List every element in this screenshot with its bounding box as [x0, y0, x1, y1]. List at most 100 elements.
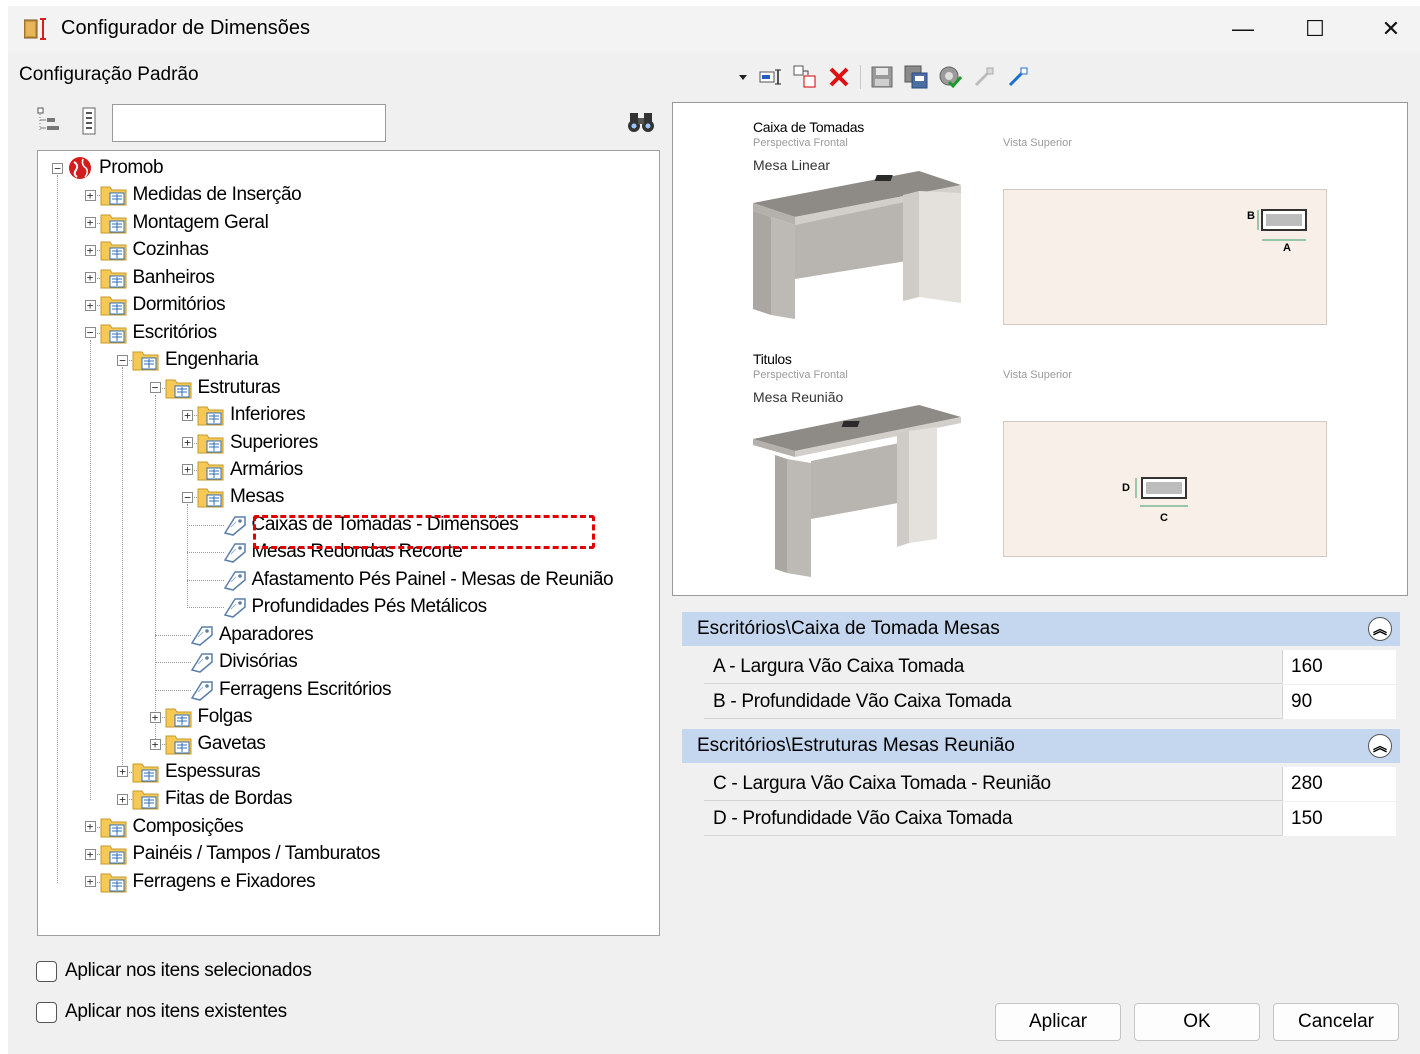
property-value-a[interactable]: 160	[1282, 650, 1396, 684]
folder-icon	[100, 324, 126, 344]
save-icon[interactable]	[865, 62, 899, 92]
tree-item-divisorias[interactable]: Divisórias	[186, 649, 298, 675]
collapse-node-icon[interactable]: −	[182, 491, 193, 503]
new-config-icon[interactable]	[788, 62, 822, 92]
tree-item-cozinhas[interactable]: + Cozinhas	[84, 237, 209, 263]
collapse-node-icon[interactable]: −	[52, 162, 63, 174]
tree-item-dormitorios[interactable]: + Dormitórios	[84, 292, 226, 318]
import-icon[interactable]	[967, 62, 1001, 92]
tree-item-label: Superiores	[230, 431, 318, 453]
export-icon[interactable]	[1001, 62, 1035, 92]
tree-item-armarios[interactable]: + Armários	[182, 457, 303, 483]
apply-existing-label: Aplicar nos itens existentes	[65, 1001, 287, 1022]
apply-existing-checkbox[interactable]	[36, 1001, 57, 1023]
folder-icon	[100, 296, 126, 316]
expand-node-icon[interactable]: +	[84, 821, 96, 833]
validate-icon[interactable]	[933, 62, 967, 92]
expand-node-icon[interactable]: +	[84, 189, 96, 201]
expand-node-icon[interactable]: +	[84, 848, 96, 860]
folder-icon	[165, 379, 191, 399]
tree-item-ferragens-e-fixadores[interactable]: + Ferragens e Fixadores	[84, 869, 316, 895]
tree-item-label: Ferragens e Fixadores	[132, 870, 316, 892]
collapse-icon[interactable]: ︽	[1368, 617, 1392, 641]
apply-selected-option[interactable]: Aplicar nos itens selecionados	[36, 960, 312, 982]
tree-item-superiores[interactable]: + Superiores	[182, 430, 318, 456]
collapse-node-icon[interactable]: −	[84, 327, 96, 339]
apply-selected-checkbox[interactable]	[36, 960, 57, 982]
property-value-d[interactable]: 150	[1282, 802, 1396, 836]
expand-node-icon[interactable]: +	[117, 793, 128, 805]
search-input[interactable]	[112, 104, 386, 142]
preview-title-2: Titulos	[753, 351, 792, 367]
property-value-b[interactable]: 90	[1282, 685, 1396, 719]
group-header-caixa-tomada[interactable]: Escritórios\Caixa de Tomada Mesas ︽	[682, 612, 1400, 646]
expand-node-icon[interactable]: +	[149, 738, 161, 750]
property-row-c: C - Largura Vão Caixa Tomada - Reunião 2…	[704, 767, 1396, 801]
dimension-a-label: A	[1283, 242, 1291, 254]
collapse-node-icon[interactable]: −	[117, 354, 128, 366]
dropdown-icon[interactable]	[732, 62, 754, 92]
tree-item-label: Inferiores	[230, 404, 306, 426]
tree-item-banheiros[interactable]: + Banheiros	[84, 265, 215, 291]
expand-node-icon[interactable]: +	[182, 437, 193, 448]
collapse-node-icon[interactable]: −	[149, 382, 161, 394]
tree-item-mesas[interactable]: − Mesas	[182, 484, 284, 510]
expand-node-icon[interactable]: +	[182, 409, 193, 421]
tree-item-profundidades-pes-metalicos[interactable]: Profundidades Pés Metálicos	[219, 594, 487, 620]
tree-item-folgas[interactable]: + Folgas	[149, 704, 253, 730]
expand-node-icon[interactable]: +	[149, 711, 161, 723]
tree-item-ferragens-escritorios[interactable]: Ferragens Escritórios	[186, 677, 392, 703]
tree-item-engenharia[interactable]: − Engenharia	[117, 347, 259, 373]
property-row-a: A - Largura Vão Caixa Tomada 160	[704, 650, 1396, 684]
minimize-button[interactable]: —	[1218, 12, 1268, 46]
rename-icon[interactable]	[754, 62, 788, 92]
preview-view-1: Vista Superior	[1003, 137, 1072, 149]
tree-item-fitas-de-bordas[interactable]: + Fitas de Bordas	[117, 786, 292, 812]
close-button[interactable]: ✕	[1366, 12, 1416, 46]
tree-item-paineis-tampos-tamburatos[interactable]: + Painéis / Tampos / Tamburatos	[84, 841, 381, 867]
app-icon	[24, 18, 46, 40]
expand-tree-icon[interactable]	[81, 106, 99, 136]
tree-item-inferiores[interactable]: + Inferiores	[182, 402, 306, 428]
tree-item-afastamento-pes-painel-mesas-de-reuniao[interactable]: Afastamento Pés Painel - Mesas de Reuniã…	[219, 567, 614, 593]
tree-item-estruturas[interactable]: − Estruturas	[149, 375, 280, 401]
expand-node-icon[interactable]: +	[84, 244, 96, 256]
tree-item-aparadores[interactable]: Aparadores	[186, 622, 314, 648]
delete-icon[interactable]	[822, 62, 856, 92]
tree-item-gavetas[interactable]: + Gavetas	[149, 731, 266, 757]
ok-button[interactable]: OK	[1134, 1003, 1260, 1041]
expand-node-icon[interactable]: +	[84, 217, 96, 229]
binoculars-icon[interactable]	[627, 110, 655, 134]
group-header-mesas-reuniao[interactable]: Escritórios\Estruturas Mesas Reunião ︽	[682, 729, 1400, 763]
tree-item-label: Espessuras	[165, 760, 261, 782]
collapse-tree-icon[interactable]	[36, 106, 62, 134]
apply-button[interactable]: Aplicar	[995, 1003, 1121, 1041]
tree-item-medidas-de-insercao[interactable]: + Medidas de Inserção	[84, 182, 302, 208]
expand-node-icon[interactable]: +	[84, 272, 96, 284]
tree-item-escritorios[interactable]: − Escritórios	[84, 320, 217, 346]
expand-node-icon[interactable]: +	[182, 464, 193, 476]
tree-view[interactable]: − Promob + Medidas de Inserção + Montagem Ger…	[37, 150, 660, 936]
dimension-c-label: C	[1160, 512, 1168, 524]
tree-item-label: Afastamento Pés Painel - Mesas de Reuniã…	[251, 568, 614, 590]
tree-item-montagem-geral[interactable]: + Montagem Geral	[84, 210, 269, 236]
property-value-c[interactable]: 280	[1282, 767, 1396, 801]
folder-icon	[100, 873, 126, 893]
folder-icon	[100, 186, 126, 206]
maximize-button[interactable]: ☐	[1290, 12, 1340, 46]
expand-node-icon[interactable]: +	[117, 766, 128, 778]
tree-item-promob[interactable]: − Promob	[52, 155, 164, 181]
tree-connector	[187, 504, 188, 609]
tree-item-espessuras[interactable]: + Espessuras	[117, 759, 261, 785]
tree-item-label: Painéis / Tampos / Tamburatos	[132, 843, 381, 865]
tree-item-composicoes[interactable]: + Composições	[84, 814, 244, 840]
expand-node-icon[interactable]: +	[84, 299, 96, 311]
collapse-icon[interactable]: ︽	[1368, 734, 1392, 758]
toolbar	[732, 62, 1035, 92]
expand-node-icon[interactable]: +	[84, 876, 96, 888]
property-label: D - Profundidade Vão Caixa Tomada	[713, 808, 1013, 829]
apply-existing-option[interactable]: Aplicar nos itens existentes	[36, 1001, 287, 1023]
cancel-button[interactable]: Cancelar	[1273, 1003, 1399, 1041]
save-as-icon[interactable]	[899, 62, 933, 92]
selection-highlight	[253, 515, 595, 549]
